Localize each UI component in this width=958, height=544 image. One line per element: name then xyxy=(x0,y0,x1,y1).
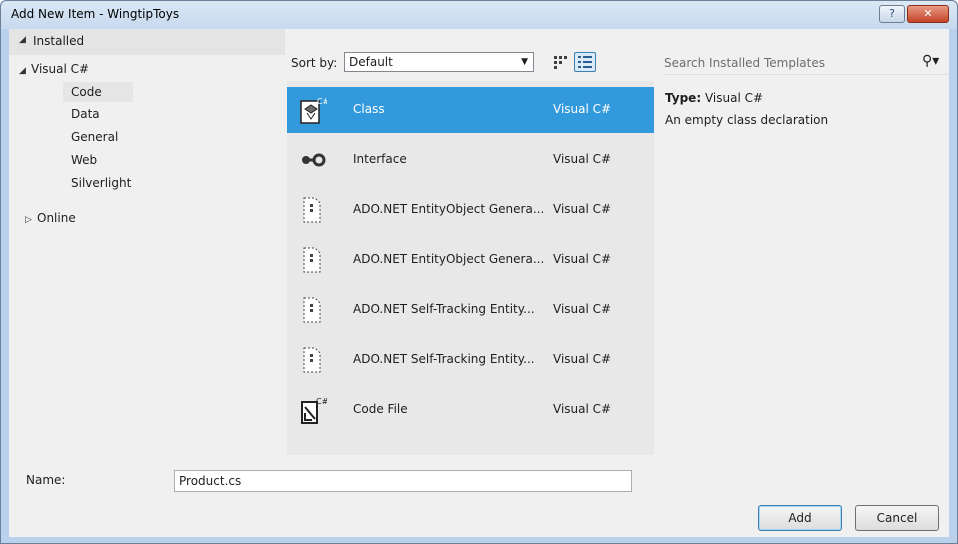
template-language: Visual C# xyxy=(553,352,612,366)
name-label: Name: xyxy=(26,473,66,487)
interface-icon xyxy=(299,145,327,175)
tree-item-visual-csharp[interactable]: ◢ Visual C# xyxy=(19,59,89,79)
template-name: ADO.NET EntityObject Genera... xyxy=(353,252,545,266)
title-bar[interactable]: Add New Item - WingtipToys ? ✕ xyxy=(1,1,957,29)
svg-text:C#: C# xyxy=(317,97,327,106)
name-input[interactable]: Product.cs xyxy=(174,470,632,492)
document-icon xyxy=(299,345,327,375)
dialog-client-area: ◢ Installed ◢ Visual C# Code Data General… xyxy=(9,29,949,537)
small-icons-view-button[interactable] xyxy=(549,52,571,72)
template-row-ado-selftracking-1[interactable]: ADO.NET Self-Tracking Entity... Visual C… xyxy=(287,287,654,333)
template-list: C# Class Visual C# Interface Visual C# xyxy=(287,81,654,455)
window-title: Add New Item - WingtipToys xyxy=(11,7,180,21)
template-description: An empty class declaration xyxy=(665,113,829,127)
template-language: Visual C# xyxy=(553,252,612,266)
dropdown-arrow-icon: ▼ xyxy=(521,57,528,67)
document-icon xyxy=(299,195,327,225)
expand-collapse-icon: ◢ xyxy=(19,35,26,45)
tree-item-web[interactable]: Web xyxy=(71,150,97,170)
template-language: Visual C# xyxy=(553,202,612,216)
tree-item-data[interactable]: Data xyxy=(71,104,100,124)
template-row-interface[interactable]: Interface Visual C# xyxy=(287,137,654,183)
template-name: ADO.NET EntityObject Genera... xyxy=(353,202,545,216)
search-icon[interactable]: ⚲▾ xyxy=(922,53,939,69)
list-view-icon xyxy=(578,56,592,68)
template-name: Class xyxy=(353,102,385,116)
help-button[interactable]: ? xyxy=(879,5,905,23)
expand-collapse-icon[interactable]: ◢ xyxy=(19,61,31,81)
template-category-pane: ◢ Installed ◢ Visual C# Code Data General… xyxy=(9,29,285,455)
tree-item-online[interactable]: ▷ Online xyxy=(25,208,76,228)
template-language: Visual C# xyxy=(553,152,612,166)
add-new-item-dialog: Add New Item - WingtipToys ? ✕ ◢ Install… xyxy=(0,0,958,544)
template-name: ADO.NET Self-Tracking Entity... xyxy=(353,352,535,366)
search-placeholder: Search Installed Templates xyxy=(664,56,825,70)
template-name: ADO.NET Self-Tracking Entity... xyxy=(353,302,535,316)
template-language: Visual C# xyxy=(553,302,612,316)
tree-item-code[interactable]: Code xyxy=(63,82,133,102)
cancel-button[interactable]: Cancel xyxy=(855,505,939,531)
type-line: Type: Visual C# xyxy=(665,91,945,113)
sort-by-dropdown[interactable]: Default ▼ xyxy=(344,52,534,72)
sort-toolbar: Sort by: Default ▼ xyxy=(287,51,647,75)
search-installed-templates-input[interactable]: Search Installed Templates ⚲▾ xyxy=(664,51,949,75)
template-language: Visual C# xyxy=(553,402,612,416)
type-label: Type: xyxy=(665,91,702,105)
template-row-ado-entityobject-2[interactable]: ADO.NET EntityObject Genera... Visual C# xyxy=(287,237,654,283)
template-language: Visual C# xyxy=(553,102,612,116)
installed-label: Installed xyxy=(33,34,85,48)
close-button[interactable]: ✕ xyxy=(907,5,949,23)
code-file-icon: C# xyxy=(299,395,327,425)
class-icon: C# xyxy=(299,95,327,125)
type-value: Visual C# xyxy=(704,91,764,105)
template-details-pane: Type: Visual C# An empty class declarati… xyxy=(665,91,945,127)
template-name: Interface xyxy=(353,152,407,166)
template-name: Code File xyxy=(353,402,408,416)
document-icon xyxy=(299,295,327,325)
template-row-class[interactable]: C# Class Visual C# xyxy=(287,87,654,133)
template-row-code-file[interactable]: C# Code File Visual C# xyxy=(287,387,654,433)
svg-text:C#: C# xyxy=(316,397,327,406)
template-row-ado-selftracking-2[interactable]: ADO.NET Self-Tracking Entity... Visual C… xyxy=(287,337,654,383)
expand-icon[interactable]: ▷ xyxy=(25,210,37,230)
document-icon xyxy=(299,245,327,275)
list-view-button[interactable] xyxy=(574,52,596,72)
sort-by-label: Sort by: xyxy=(291,56,338,70)
installed-header[interactable]: ◢ Installed xyxy=(9,29,285,55)
template-row-ado-entityobject-1[interactable]: ADO.NET EntityObject Genera... Visual C# xyxy=(287,187,654,233)
add-button[interactable]: Add xyxy=(758,505,842,531)
tree-item-general[interactable]: General xyxy=(71,127,118,147)
tree-item-silverlight[interactable]: Silverlight xyxy=(71,173,131,193)
small-icons-view-icon xyxy=(554,56,567,69)
